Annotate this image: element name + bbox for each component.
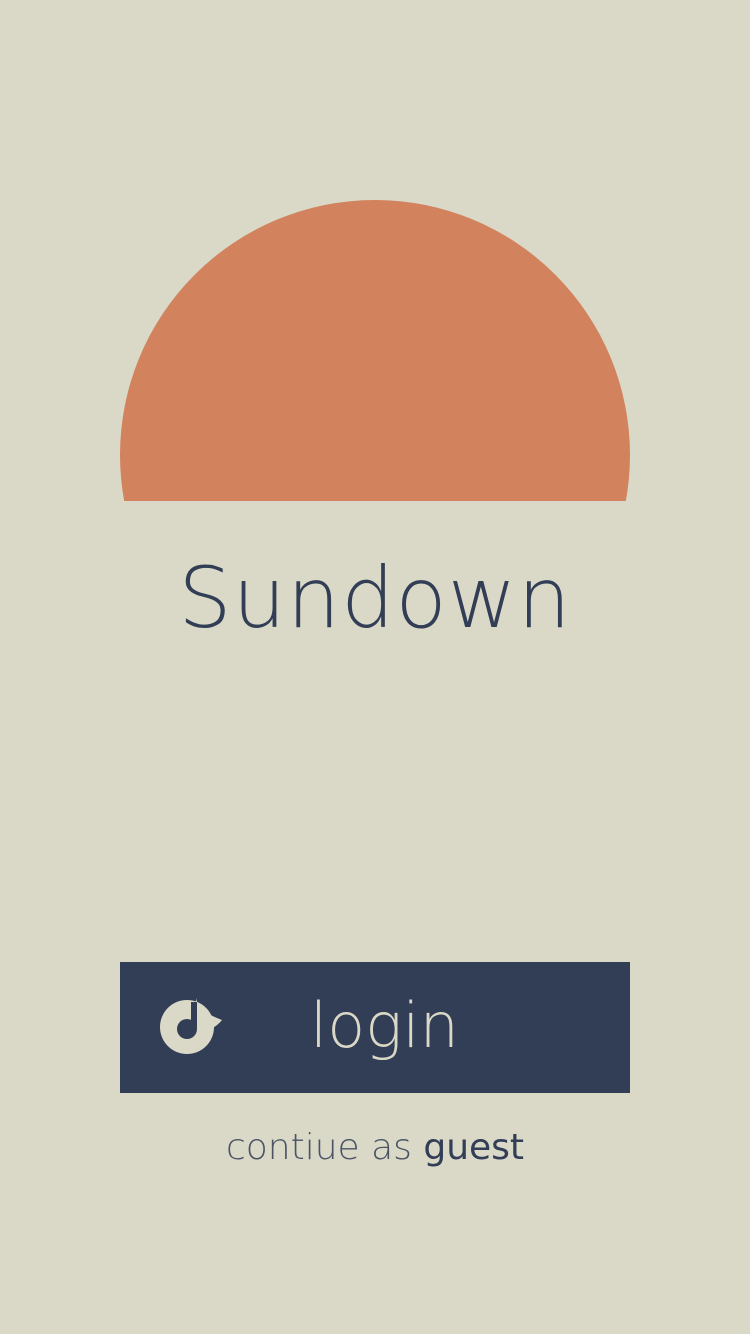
sun-illustration [120,200,630,501]
app-title: Sundown [178,549,572,647]
guest-prefix: contiue as [225,1127,424,1168]
login-label: login [310,989,459,1062]
rdio-logo-icon [160,998,222,1054]
sun-disc [120,200,630,501]
guest-row: contiue as guest [0,1125,750,1171]
continue-as-guest-link[interactable]: guest [423,1127,524,1168]
